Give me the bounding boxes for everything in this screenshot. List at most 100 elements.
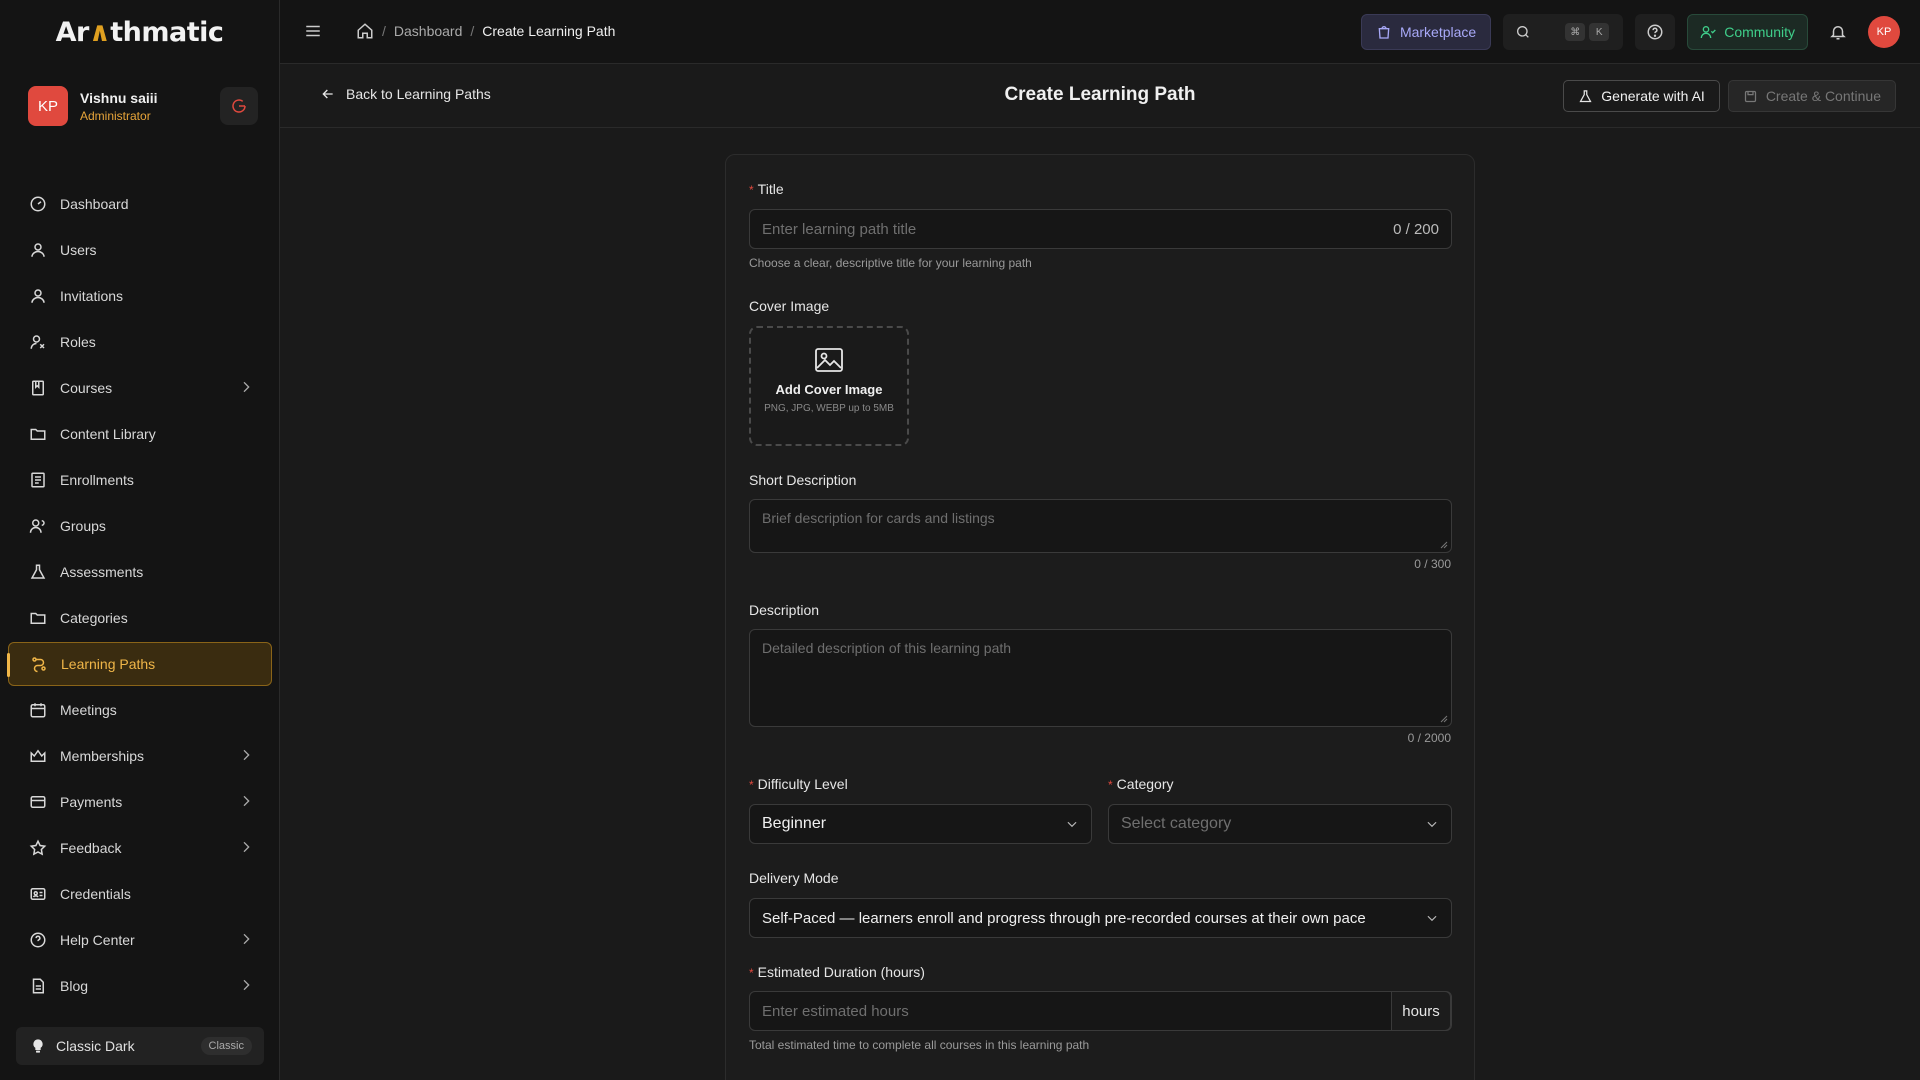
delivery-mode-value: Self-Paced — learners enroll and progres… (762, 909, 1366, 927)
community-button[interactable]: Community (1687, 14, 1808, 50)
chevron-right-icon (243, 749, 250, 761)
duration-help: Total estimated time to complete all cou… (749, 1038, 1090, 1052)
user-icon (31, 289, 45, 303)
sidebar-item-memberships[interactable]: Memberships (8, 734, 272, 778)
file-icon (32, 978, 44, 994)
resize-handle-icon[interactable] (1440, 541, 1448, 549)
path-icon (32, 657, 46, 673)
category-label: * Category (1108, 776, 1173, 792)
title-counter: 0 / 200 (1393, 220, 1439, 238)
help-circle-icon (1647, 24, 1663, 40)
title-placeholder: Enter learning path title (762, 220, 917, 238)
delivery-mode-select[interactable]: Self-Paced — learners enroll and progres… (749, 898, 1452, 938)
image-icon (815, 348, 843, 372)
user-role: Administrator (80, 108, 151, 123)
sidebar-item-users[interactable]: Users (8, 228, 272, 272)
app-logo[interactable]: Ar ∧ thmatic (0, 0, 279, 64)
duration-label-text: Estimated Duration (hours) (757, 964, 925, 980)
sidebar-item-help-center[interactable]: Help Center (8, 918, 272, 962)
theme-switcher[interactable]: Classic Dark Classic (16, 1027, 264, 1065)
marketplace-label: Marketplace (1399, 24, 1477, 40)
sidebar-item-dashboard[interactable]: Dashboard (8, 182, 272, 226)
folder-icon (30, 612, 46, 624)
chevron-right-icon (243, 933, 250, 945)
notifications-button[interactable] (1820, 14, 1856, 50)
title-label: * Title (749, 181, 784, 197)
user-avatar[interactable]: KP (28, 86, 68, 126)
sidebar-item-label: Feedback (60, 840, 122, 856)
star-icon (29, 839, 47, 856)
difficulty-label: * Difficulty Level (749, 776, 848, 792)
dashboard-icon (30, 196, 46, 212)
sidebar-item-credentials[interactable]: Credentials (8, 872, 272, 916)
profile-avatar[interactable]: KP (1868, 16, 1900, 48)
title-input[interactable]: Enter learning path title 0 / 200 (749, 209, 1452, 249)
difficulty-value: Beginner (762, 815, 827, 832)
community-label: Community (1724, 24, 1795, 40)
category-select[interactable]: Select category (1108, 804, 1452, 844)
sidebar-item-categories[interactable]: Categories (8, 596, 272, 640)
title-help: Choose a clear, descriptive title for yo… (749, 256, 1032, 270)
sidebar-item-label: Groups (60, 518, 106, 534)
community-icon (1700, 26, 1717, 39)
breadcrumb-separator: / (470, 23, 475, 39)
sidebar-item-label: Invitations (60, 288, 124, 304)
sidebar-item-learning-paths[interactable]: Learning Paths (7, 642, 272, 686)
list-icon (31, 472, 45, 488)
sidebar-item-blog[interactable]: Blog (8, 964, 272, 1008)
sidebar-item-courses[interactable]: Courses (8, 366, 272, 410)
sidebar-item-assessments[interactable]: Assessments (8, 550, 272, 594)
sidebar-item-groups[interactable]: Groups (8, 504, 272, 548)
menu-toggle-button[interactable] (304, 22, 322, 43)
chevron-right-icon (243, 979, 250, 991)
description-counter: 0 / 2000 (1407, 731, 1451, 745)
sidebar: Ar ∧ thmatic KP Vishnu saiii Administrator… (0, 0, 280, 1080)
required-marker: * (749, 183, 754, 197)
sidebar-item-label: Learning Paths (61, 656, 156, 672)
sidebar-item-invitations[interactable]: Invitations (8, 274, 272, 318)
hamburger-icon (306, 25, 320, 37)
breadcrumb-current: Create Learning Path (482, 23, 616, 39)
sidebar-item-roles[interactable]: Roles (8, 320, 272, 364)
required-marker: * (1108, 778, 1113, 792)
sidebar-item-label: Roles (60, 334, 96, 350)
home-icon[interactable] (356, 22, 374, 40)
cover-image-label: Cover Image (749, 298, 830, 314)
category-placeholder: Select category (1121, 815, 1232, 832)
cover-image-dropzone[interactable]: Add Cover Image PNG, JPG, WEBP up to 5MB (749, 326, 909, 446)
theme-label: Classic Dark (56, 1038, 135, 1054)
sidebar-item-label: Help Center (60, 932, 135, 948)
sidebar-item-enrollments[interactable]: Enrollments (8, 458, 272, 502)
duration-input[interactable]: Enter estimated hours hours (749, 991, 1452, 1031)
chevron-down-icon (1427, 821, 1437, 828)
breadcrumb-dashboard[interactable]: Dashboard (394, 23, 463, 39)
sidebar-item-label: Blog (60, 978, 89, 994)
marketplace-button[interactable]: Marketplace (1360, 14, 1492, 50)
difficulty-select[interactable]: Beginner (749, 804, 1092, 844)
topbar: / Dashboard / Create Learning Path Marke… (280, 0, 1920, 64)
delivery-mode-label: Delivery Mode (749, 870, 839, 886)
help-button[interactable] (1635, 14, 1676, 50)
required-marker: * (749, 778, 754, 792)
switch-account-button[interactable] (220, 87, 258, 125)
sidebar-item-label: Users (60, 242, 97, 258)
description-placeholder: Detailed description of this learning pa… (762, 640, 1012, 656)
duration-placeholder: Enter estimated hours (762, 1002, 909, 1020)
chevron-right-icon (243, 841, 250, 853)
generate-with-ai-button[interactable]: Generate with AI (1563, 80, 1720, 112)
sidebar-item-feedback[interactable]: Feedback (8, 826, 272, 870)
sidebar-item-payments[interactable]: Payments (8, 780, 272, 824)
search-button[interactable]: ⌘ K (1503, 14, 1624, 50)
sidebar-item-meetings[interactable]: Meetings (8, 688, 272, 732)
user-card: KP Vishnu saiii Administrator (12, 80, 268, 132)
short-description-textarea[interactable]: Brief description for cards and listings (749, 499, 1452, 553)
create-and-continue-button[interactable]: Create & Continue (1727, 80, 1896, 112)
calendar-icon (30, 703, 46, 718)
sidebar-item-label: Dashboard (60, 196, 129, 212)
description-textarea[interactable]: Detailed description of this learning pa… (749, 629, 1452, 727)
duration-suffix: hours (1391, 991, 1451, 1031)
sidebar-item-content-library[interactable]: Content Library (8, 412, 272, 456)
lightbulb-icon (33, 1039, 43, 1053)
resize-handle-icon[interactable] (1440, 715, 1448, 723)
sidebar-item-label: Categories (60, 610, 128, 626)
